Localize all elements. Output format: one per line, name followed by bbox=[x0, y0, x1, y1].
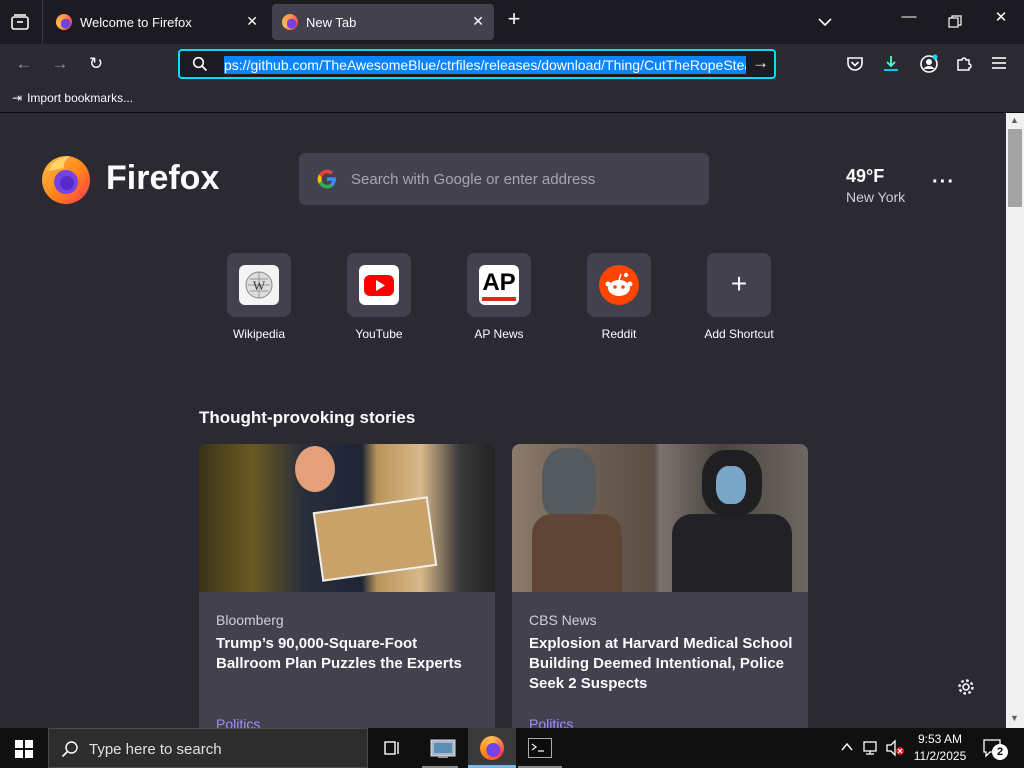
new-tab-plus-icon[interactable]: + bbox=[500, 6, 528, 32]
windows-taskbar: Type here to search 9:53 AM 11/2/2025 2 bbox=[0, 728, 1024, 768]
url-bar[interactable]: ps://github.com/TheAwesomeBlue/ctrfiles/… bbox=[178, 49, 776, 79]
shortcut-youtube[interactable]: YouTube bbox=[319, 253, 439, 341]
weather-temp: 49°F bbox=[846, 166, 885, 186]
import-bookmarks-label: Import bookmarks... bbox=[27, 91, 134, 105]
file-explorer-app-icon[interactable] bbox=[430, 737, 456, 764]
firefox-favicon-icon bbox=[282, 14, 298, 30]
story-title[interactable]: Trump’s 90,000-Square-Foot Ballroom Plan… bbox=[216, 634, 481, 674]
tab-title: Welcome to Firefox bbox=[80, 14, 192, 30]
shortcut-label: Reddit bbox=[601, 327, 637, 341]
customize-gear-icon[interactable] bbox=[957, 678, 975, 701]
shortcut-label: Add Shortcut bbox=[704, 327, 774, 341]
tab-title: New Tab bbox=[306, 14, 357, 30]
taskbar-search-box[interactable]: Type here to search bbox=[48, 728, 368, 768]
taskbar-search-placeholder: Type here to search bbox=[89, 741, 222, 758]
story-card-cbs-news[interactable]: CBS News Explosion at Harvard Medical Sc… bbox=[512, 444, 808, 728]
shortcut-label: AP News bbox=[474, 327, 524, 341]
firefox-app-icon bbox=[480, 736, 504, 760]
pocket-icon[interactable] bbox=[846, 55, 864, 78]
shortcut-ap-news[interactable]: AP AP News bbox=[439, 253, 559, 341]
navigation-toolbar: ← → ↻ ps://github.com/TheAwesomeBlue/ctr… bbox=[0, 44, 1024, 84]
story-category: Politics bbox=[529, 716, 574, 728]
account-icon[interactable] bbox=[919, 54, 939, 79]
downloads-icon[interactable] bbox=[882, 54, 900, 77]
search-icon bbox=[61, 740, 79, 763]
tab-new-tab[interactable]: New Tab ✕ bbox=[272, 4, 494, 40]
scroll-down-icon[interactable]: ▼ bbox=[1010, 713, 1019, 723]
weather-more-icon[interactable]: ··· bbox=[932, 171, 955, 194]
add-shortcut-button[interactable]: + Add Shortcut bbox=[679, 253, 799, 341]
shortcut-reddit[interactable]: Reddit bbox=[559, 253, 679, 341]
import-bookmarks-button[interactable]: ⇥ Import bookmarks... bbox=[12, 91, 133, 105]
story-source: CBS News bbox=[529, 612, 597, 628]
notification-count: 2 bbox=[992, 744, 1008, 760]
reddit-icon bbox=[599, 265, 639, 305]
hamburger-menu-icon[interactable] bbox=[991, 56, 1007, 75]
tab-overview-icon[interactable] bbox=[10, 12, 30, 32]
url-text[interactable]: ps://github.com/TheAwesomeBlue/ctrfiles/… bbox=[224, 56, 746, 74]
reload-icon[interactable]: ↻ bbox=[84, 52, 108, 76]
windows-start-icon[interactable] bbox=[15, 740, 33, 763]
forward-arrow-icon[interactable]: → bbox=[48, 52, 72, 76]
page-scrollbar[interactable]: ▲ ▼ bbox=[1006, 113, 1024, 728]
stories-heading: Thought-provoking stories bbox=[199, 408, 416, 427]
firefox-wordmark: Firefox bbox=[106, 159, 220, 197]
story-source: Bloomberg bbox=[216, 612, 284, 628]
list-all-tabs-chevron-icon[interactable] bbox=[815, 12, 835, 37]
close-window-icon[interactable]: ✕ bbox=[987, 8, 1015, 26]
clock-date[interactable]: 11/2/2025 bbox=[910, 749, 970, 763]
youtube-icon bbox=[359, 265, 399, 305]
scroll-up-icon[interactable]: ▲ bbox=[1010, 115, 1019, 125]
search-placeholder: Search with Google or enter address bbox=[351, 171, 596, 188]
firefox-logo bbox=[40, 153, 92, 205]
tab-strip: Welcome to Firefox ✕ New Tab ✕ + — ✕ bbox=[0, 0, 1024, 44]
taskbar-firefox-app[interactable] bbox=[468, 728, 516, 768]
notification-center-icon[interactable]: 2 bbox=[982, 738, 1008, 763]
story-card-bloomberg[interactable]: Bloomberg Trump’s 90,000-Square-Foot Bal… bbox=[199, 444, 495, 728]
google-search-box[interactable]: Search with Google or enter address bbox=[299, 153, 709, 205]
minimize-icon[interactable]: — bbox=[895, 8, 923, 25]
plus-icon: + bbox=[730, 268, 748, 299]
tab-welcome[interactable]: Welcome to Firefox ✕ bbox=[46, 4, 268, 40]
task-view-icon[interactable] bbox=[383, 739, 401, 762]
google-g-icon bbox=[315, 167, 339, 196]
story-image bbox=[199, 444, 495, 592]
close-tab-icon[interactable]: ✕ bbox=[246, 13, 258, 30]
ap-news-icon: AP bbox=[479, 265, 519, 305]
go-arrow-icon[interactable]: → bbox=[752, 53, 769, 73]
restore-icon[interactable] bbox=[948, 15, 962, 34]
close-tab-icon[interactable]: ✕ bbox=[472, 13, 484, 30]
wikipedia-globe-icon: W bbox=[239, 265, 279, 305]
clock-time[interactable]: 9:53 AM bbox=[917, 732, 963, 746]
weather-city: New York bbox=[846, 189, 906, 205]
volume-muted-icon[interactable] bbox=[885, 739, 905, 762]
firefox-favicon-icon bbox=[56, 14, 72, 30]
tray-chevron-icon[interactable] bbox=[840, 740, 854, 759]
story-image bbox=[512, 444, 808, 592]
story-title[interactable]: Explosion at Harvard Medical School Buil… bbox=[529, 634, 794, 694]
bookmarks-toolbar: ⇥ Import bookmarks... bbox=[0, 84, 1024, 113]
extensions-puzzle-icon[interactable] bbox=[955, 54, 973, 77]
shortcut-label: Wikipedia bbox=[232, 327, 286, 341]
story-category: Politics bbox=[216, 716, 261, 728]
shortcut-label: YouTube bbox=[355, 327, 403, 341]
new-tab-page: Firefox Search with Google or enter addr… bbox=[0, 113, 1006, 728]
import-icon: ⇥ bbox=[12, 91, 23, 105]
svg-text:W: W bbox=[253, 278, 266, 293]
ap-badge: AP bbox=[482, 269, 516, 296]
search-icon bbox=[192, 56, 208, 77]
back-arrow-icon[interactable]: ← bbox=[12, 52, 36, 76]
scrollbar-thumb[interactable] bbox=[1008, 129, 1022, 207]
terminal-app-icon[interactable] bbox=[518, 738, 562, 768]
network-icon[interactable] bbox=[862, 739, 880, 762]
shortcut-wikipedia[interactable]: W Wikipedia bbox=[199, 253, 319, 341]
